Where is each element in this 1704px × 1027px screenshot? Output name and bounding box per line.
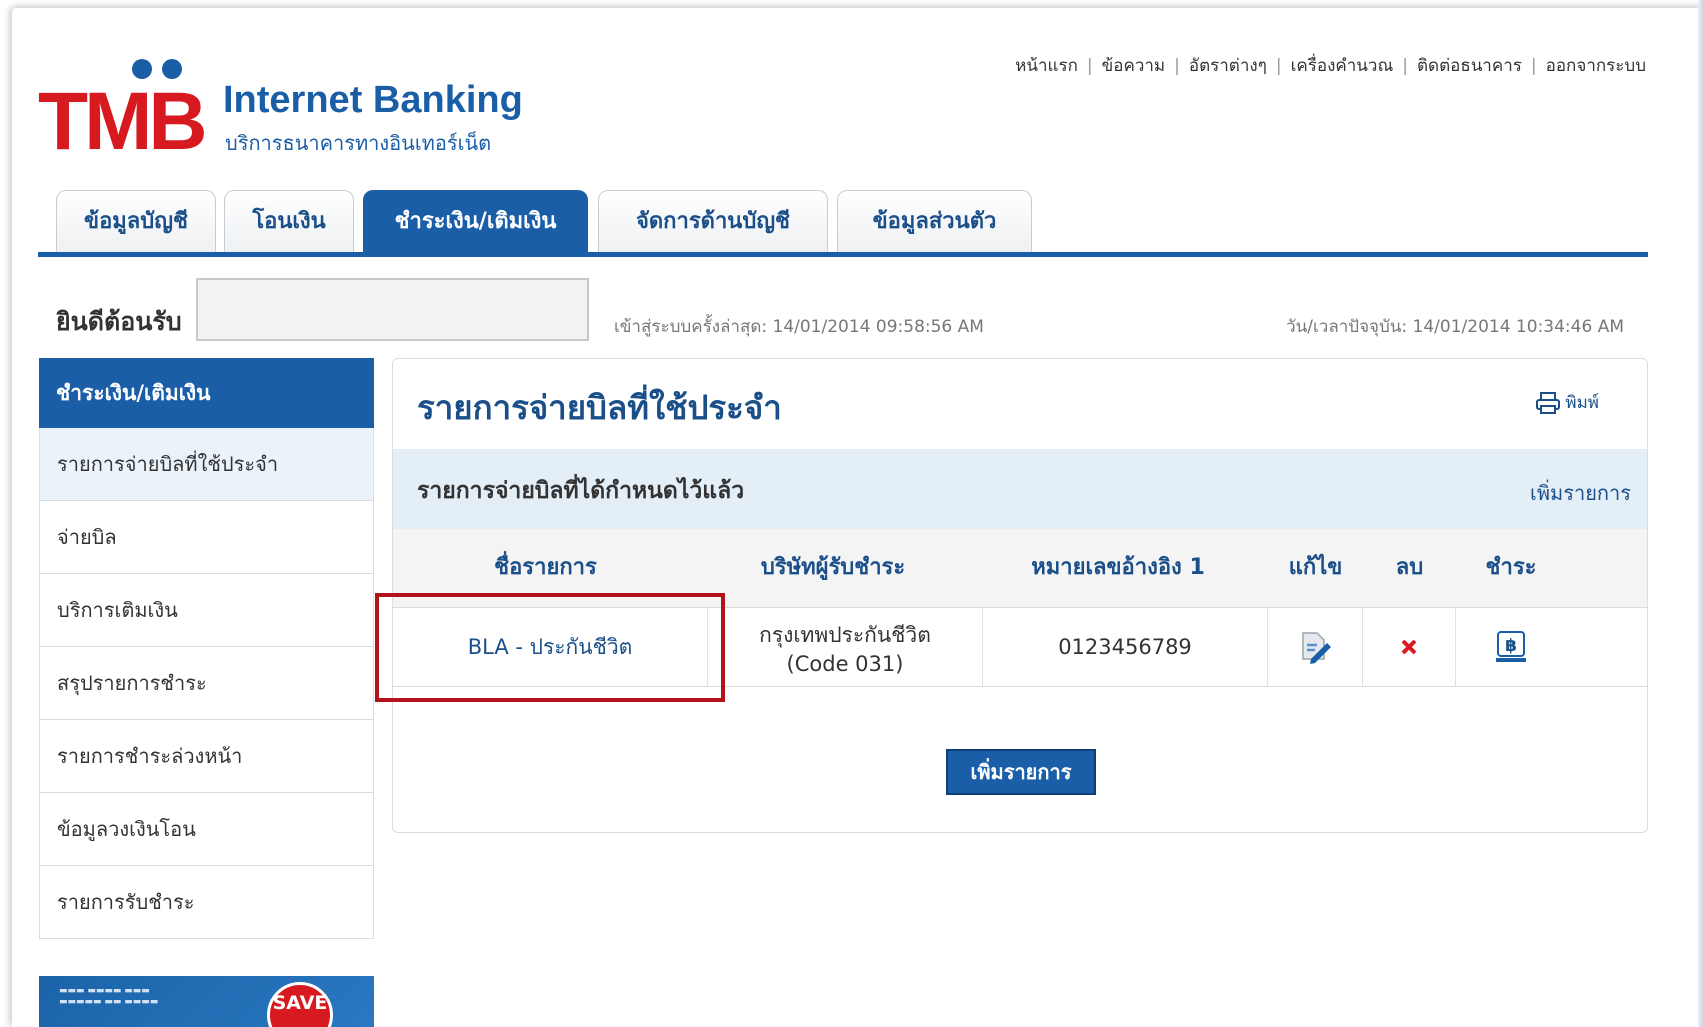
sidebar-item-topup[interactable]: บริการเติมเงิน — [39, 574, 374, 647]
link-logout[interactable]: ออกจากระบบ — [1546, 56, 1646, 76]
tab-transfer[interactable]: โอนเงิน — [224, 190, 354, 252]
table-row: BLA - ประกันชีวิต กรุงเทพประกันชีวิต (Co… — [393, 608, 1647, 687]
edit-cell — [1268, 608, 1363, 686]
reference-cell: 0123456789 — [983, 608, 1268, 686]
tab-account-management[interactable]: จัดการด้านบัญชี — [598, 190, 828, 252]
window-edge — [1698, 0, 1704, 1027]
promo-save-badge: SAVE — [267, 982, 333, 1027]
sidebar-item-scheduled-payments[interactable]: รายการชำระล่วงหน้า — [39, 720, 374, 793]
link-separator: | — [1086, 56, 1093, 76]
print-button[interactable]: พิมพ์ — [1535, 389, 1599, 416]
link-calculator[interactable]: เครื่องคำนวณ — [1291, 56, 1394, 76]
link-home[interactable]: หน้าแรก — [1015, 56, 1078, 76]
page-title: รายการจ่ายบิลที่ใช้ประจำ — [417, 388, 782, 427]
col-pay-header: ชำระ — [1485, 555, 1537, 580]
sidebar-item-receivables[interactable]: รายการรับชำระ — [39, 866, 374, 939]
subheader-bar: รายการจ่ายบิลที่ได้กำหนดไว้แล้ว เพิ่มราย… — [393, 449, 1647, 529]
promo-fine-print: ▬▬▬ ▬▬▬▬ ▬▬▬ ▬▬▬▬▬ ▬▬ ▬▬▬▬ — [59, 986, 159, 1007]
product-title: Internet Banking — [223, 79, 523, 121]
edit-icon[interactable] — [1297, 629, 1333, 665]
delete-cell — [1363, 608, 1456, 686]
link-messages[interactable]: ข้อความ — [1102, 56, 1166, 76]
user-name-redacted — [196, 278, 589, 341]
sidebar-title: ชำระเงิน/เติมเงิน — [39, 358, 374, 428]
sidebar-item-transfer-limit[interactable]: ข้อมูลวงเงินโอน — [39, 793, 374, 866]
tabs-underline — [38, 252, 1648, 257]
top-links: หน้าแรก | ข้อความ | อัตราต่างๆ | เครื่องคำนวณ |… — [1015, 52, 1646, 79]
bill-name-cell[interactable]: BLA - ประกันชีวิต — [393, 608, 708, 686]
welcome-label: ยินดีต้อนรับ — [56, 307, 182, 336]
logo-mark: TMB — [38, 76, 208, 167]
col-name-header: ชื่อรายการ — [494, 555, 597, 580]
link-separator: | — [1402, 56, 1408, 76]
subheader-title: รายการจ่ายบิลที่ได้กำหนดไว้แล้ว — [417, 478, 745, 504]
company-cell: กรุงเทพประกันชีวิต (Code 031) — [708, 608, 983, 686]
tab-payment-topup[interactable]: ชำระเงิน/เติมเงิน — [363, 190, 588, 252]
add-item-link[interactable]: เพิ่มรายการ — [1530, 477, 1631, 509]
sidebar-item-pay-bill[interactable]: จ่ายบิล — [39, 501, 374, 574]
last-login-time: เข้าสู่ระบบครั้งล่าสุด: 14/01/2014 09:58… — [614, 317, 984, 337]
print-label: พิมพ์ — [1565, 393, 1599, 413]
sidebar-item-favorite-bills[interactable]: รายการจ่ายบิลที่ใช้ประจำ — [39, 428, 374, 501]
table-header: ชื่อรายการ บริษัทผู้รับชำระ หมายเลขอ้างอ… — [393, 529, 1647, 608]
printer-icon — [1536, 392, 1561, 414]
link-contact[interactable]: ติดต่อธนาคาร — [1417, 56, 1522, 76]
tab-account-info[interactable]: ข้อมูลบัญชี — [56, 190, 216, 252]
col-ref1-header: หมายเลขอ้างอิง 1 — [1031, 555, 1205, 580]
tab-personal-info[interactable]: ข้อมูลส่วนตัว — [837, 190, 1032, 252]
link-separator: | — [1174, 56, 1180, 76]
svg-text:฿: ฿ — [1505, 636, 1517, 656]
col-edit-header: แก้ไข — [1288, 555, 1343, 580]
current-time: วัน/เวลาปัจจุบัน: 14/01/2014 10:34:46 AM — [1286, 317, 1624, 337]
baht-pay-icon[interactable]: ฿ — [1493, 629, 1529, 665]
col-delete-header: ลบ — [1395, 555, 1424, 580]
delete-icon[interactable] — [1391, 629, 1427, 665]
main-panel: รายการจ่ายบิลที่ใช้ประจำ พิมพ์ รายการจ่า… — [392, 358, 1648, 833]
sidebar: ชำระเงิน/เติมเงิน รายการจ่ายบิลที่ใช้ประ… — [39, 358, 374, 939]
col-company-header: บริษัทผู้รับชำระ — [760, 555, 906, 580]
promo-banner[interactable]: ▬▬▬ ▬▬▬▬ ▬▬▬ ▬▬▬▬▬ ▬▬ ▬▬▬▬ SAVE — [39, 976, 374, 1027]
add-item-button[interactable]: เพิ่มรายการ — [946, 749, 1096, 795]
link-separator: | — [1530, 56, 1537, 76]
link-rates[interactable]: อัตราต่างๆ — [1189, 56, 1267, 76]
product-subtitle: บริการธนาคารทางอินเทอร์เน็ต — [225, 131, 492, 155]
pay-cell: ฿ — [1456, 608, 1566, 686]
sidebar-item-payment-summary[interactable]: สรุปรายการชำระ — [39, 647, 374, 720]
link-separator: | — [1275, 56, 1282, 76]
